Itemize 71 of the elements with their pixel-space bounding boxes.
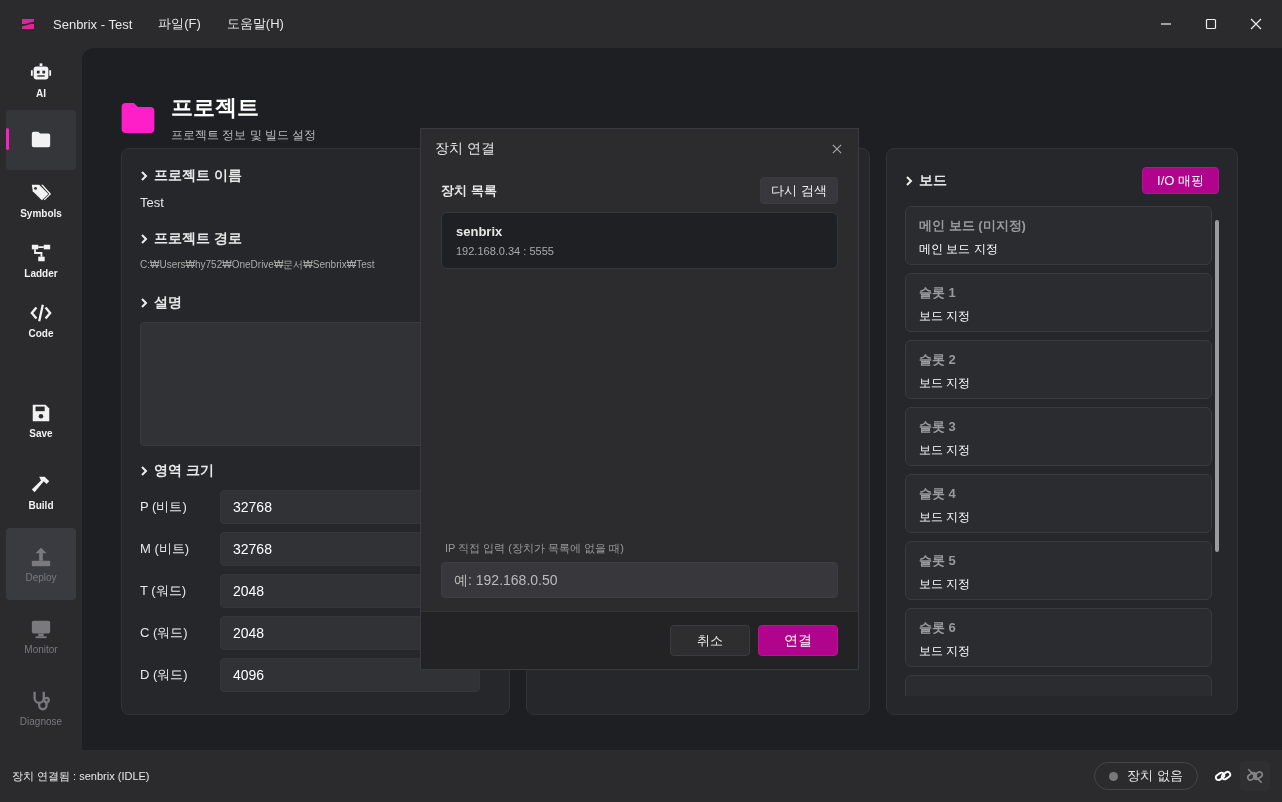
- page-subtitle: 프로젝트 정보 및 빌드 설정: [171, 126, 317, 144]
- slot-title: 메인 보드 (미지정): [919, 217, 1027, 235]
- page-title: 프로젝트: [171, 93, 260, 122]
- slot-title: 슬롯 1: [919, 284, 957, 302]
- maximize-icon[interactable]: [1205, 18, 1217, 30]
- scrollbar-thumb[interactable]: [1215, 220, 1219, 552]
- input-field[interactable]: 4096: [220, 658, 480, 692]
- slot-title: 슬롯 2: [919, 351, 957, 369]
- section-heading: 보드: [919, 171, 947, 190]
- field-label: C (워드): [140, 624, 189, 642]
- slot-action[interactable]: 보드 지정: [919, 576, 1198, 593]
- field-label: D (워드): [140, 666, 189, 684]
- slot-card[interactable]: 슬롯 3 보드 지정: [905, 407, 1212, 466]
- slot-action[interactable]: 보드 지정: [919, 509, 1198, 526]
- slot-card[interactable]: 메인 보드 (미지정) 메인 보드 지정: [905, 206, 1212, 265]
- chevron-icon: [905, 174, 913, 187]
- slot-card[interactable]: 슬롯 6 보드 지정: [905, 608, 1212, 667]
- device-address: 192.168.0.34 : 5555: [456, 245, 555, 257]
- project-name: Test: [140, 195, 165, 210]
- device-name: senbrix: [456, 224, 504, 239]
- sidebar-item[interactable]: [6, 110, 76, 170]
- device-item[interactable]: senbrix 192.168.0.34 : 5555: [441, 212, 838, 269]
- dialog-title: 장치 연결: [435, 140, 495, 158]
- menu-item[interactable]: 도움말(H): [226, 15, 284, 33]
- slot-card[interactable]: 슬롯 5 보드 지정: [905, 541, 1212, 600]
- app-logo-icon: [20, 16, 36, 32]
- section-heading: 설명: [154, 294, 182, 312]
- slot-title: 슬롯 3: [919, 418, 957, 436]
- slot-action[interactable]: 메인 보드 지정: [919, 241, 1198, 258]
- slot-action[interactable]: 보드 지정: [919, 308, 1198, 325]
- menu-item[interactable]: 파일(F): [158, 15, 201, 33]
- status-text: 장치 연결됨 : senbrix (IDLE): [12, 768, 150, 784]
- sidebar-item[interactable]: Code: [6, 290, 76, 350]
- window-title: Senbrix - Test: [53, 16, 133, 32]
- section-heading: 프로젝트 경로: [154, 230, 242, 248]
- slot-title: 슬롯 5: [919, 552, 957, 570]
- io-mapping-button[interactable]: I/O 매핑: [1142, 167, 1219, 194]
- slot-action[interactable]: 보드 지정: [919, 442, 1198, 459]
- upload-icon: [30, 545, 52, 568]
- slot-action[interactable]: 보드 지정: [919, 375, 1198, 392]
- stethoscope-icon: [30, 689, 52, 712]
- section-heading: 영역 크기: [154, 462, 214, 480]
- section-heading: 프로젝트 이름: [154, 167, 242, 185]
- project-path: C:₩Users₩hy752₩OneDrive₩문서₩Senbrix₩Test: [140, 258, 376, 272]
- slot-card[interactable]: 슬롯 1 보드 지정: [905, 273, 1212, 332]
- chevron-icon: [140, 233, 148, 245]
- slot-title: 슬롯 4: [919, 485, 957, 503]
- sidebar-item[interactable]: Ladder: [6, 230, 76, 290]
- list-label: 장치 목록: [441, 181, 497, 200]
- chevron-icon: [140, 297, 148, 309]
- slot-action[interactable]: 보드 지정: [919, 643, 1198, 660]
- connect-button[interactable]: 연결: [758, 625, 838, 656]
- close-icon[interactable]: [832, 144, 842, 154]
- rescan-button[interactable]: 다시 검색: [760, 177, 838, 204]
- ip-input-field[interactable]: 예: 192.168.0.50: [441, 562, 838, 598]
- sidebar-item[interactable]: Build: [6, 456, 76, 528]
- chevron-icon: [140, 170, 148, 182]
- field-label: M (비트): [140, 540, 191, 558]
- sidebar-item[interactable]: AI: [6, 50, 76, 110]
- chevron-icon: [140, 465, 148, 477]
- slot-card[interactable]: 슬롯 2 보드 지정: [905, 340, 1212, 399]
- sidebar-item[interactable]: Symbols: [6, 170, 76, 230]
- cancel-button[interactable]: 취소: [670, 625, 750, 656]
- slot-card[interactable]: 슬롯 4 보드 지정: [905, 474, 1212, 533]
- folder-icon: [121, 103, 155, 133]
- unlink-button[interactable]: [1240, 761, 1270, 791]
- field-label: P (비트): [140, 498, 188, 516]
- broken-link-icon: [1246, 767, 1264, 785]
- field-label: T (워드): [140, 582, 187, 600]
- slot-title: 슬롯 6: [919, 619, 957, 637]
- sidebar-item[interactable]: Save: [6, 384, 76, 456]
